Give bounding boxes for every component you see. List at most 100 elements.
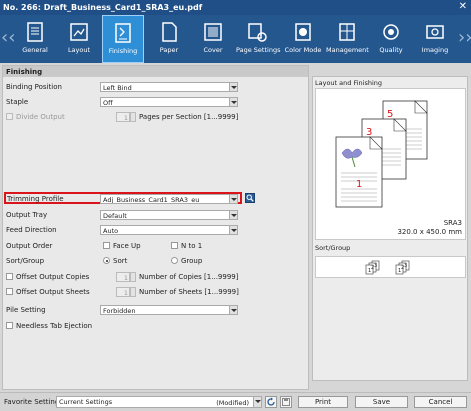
layout-icon (70, 23, 88, 41)
sort-set1-page2: 2 (371, 265, 374, 271)
sort-radio[interactable] (103, 257, 110, 264)
tab-label: Paper (159, 46, 179, 54)
feed-direction-label: Feed Direction (6, 226, 57, 234)
favorite-setting-label: Favorite Setting (4, 398, 60, 406)
binding-position-select[interactable]: Left Bind (100, 82, 238, 92)
binding-position-label: Binding Position (6, 83, 62, 91)
tab-cover[interactable]: Cover (192, 15, 234, 63)
needless-tab-checkbox[interactable] (6, 322, 13, 329)
tab-label: Color Mode (284, 46, 322, 54)
chevron-down-icon (229, 83, 237, 91)
paper-name: SRA3 (443, 219, 462, 227)
page-number-1: 1 (356, 179, 362, 190)
cancel-button[interactable]: Cancel (414, 396, 467, 408)
paper-size: 320.0 x 450.0 mm (397, 228, 462, 236)
feed-direction-select[interactable]: Auto (100, 225, 238, 235)
sort-group-label: Sort/Group (6, 257, 45, 265)
footer-bar: Favorite Setting Current Settings (Modif… (0, 392, 471, 411)
layout-finishing-title: Layout and Finishing (315, 79, 383, 87)
offset-copies-value: 1 (123, 274, 128, 282)
staple-select[interactable]: Off (100, 97, 238, 107)
sort-set2-page2: 2 (401, 265, 404, 271)
quality-icon (383, 24, 399, 40)
trimming-profile-label: Trimming Profile (7, 195, 64, 203)
settings-tab-bar: ‹‹ General Layout Finishing Paper Cover … (0, 15, 471, 63)
offset-copies-spinner[interactable]: 1 (116, 272, 136, 282)
refresh-icon[interactable] (265, 396, 277, 408)
save-favorite-icon[interactable] (280, 396, 292, 408)
favorite-setting-select[interactable]: Current Settings (Modified) (56, 396, 262, 408)
chevron-down-icon (253, 397, 261, 407)
tab-finishing[interactable]: Finishing (102, 15, 144, 63)
pile-setting-label: Pile Setting (6, 306, 46, 314)
cover-icon (204, 23, 222, 41)
page-number-5: 5 (387, 109, 393, 120)
preview-panel: Layout and Finishing 5 3 1 SRA3 320.0 x … (312, 76, 468, 381)
tab-label: General (22, 46, 48, 54)
sort-label: Sort (113, 257, 128, 265)
binding-position-value: Left Bind (103, 84, 132, 92)
divide-output-spinner[interactable]: 1 (116, 112, 136, 122)
spinner-arrows-icon[interactable] (130, 287, 136, 297)
output-tray-label: Output Tray (6, 211, 48, 219)
sort-set2-page3: 3 (404, 263, 407, 269)
search-icon[interactable] (245, 193, 255, 203)
n-to-1-label: N to 1 (181, 242, 203, 250)
print-button[interactable]: Print (298, 396, 348, 408)
tab-imaging[interactable]: Imaging (414, 15, 456, 63)
tabs-prev-icon[interactable]: ‹‹ (1, 28, 15, 48)
chevron-down-icon (229, 98, 237, 106)
chevron-down-icon (229, 211, 237, 219)
face-up-checkbox[interactable] (103, 242, 110, 249)
trimming-profile-select[interactable]: Adj_Business_Card1_SRA3_eu (100, 194, 238, 204)
tab-quality[interactable]: Quality (370, 15, 412, 63)
offset-copies-suffix: Number of Copies [1...9999] (139, 273, 239, 281)
paper-icon (162, 22, 177, 42)
offset-sheets-label: Offset Output Sheets (16, 288, 90, 296)
offset-copies-checkbox[interactable] (6, 273, 13, 280)
offset-sheets-checkbox[interactable] (6, 288, 13, 295)
divide-output-value: 1 (123, 114, 128, 122)
chevron-down-icon (229, 306, 237, 314)
feed-direction-value: Auto (103, 227, 119, 235)
tab-general[interactable]: General (14, 15, 56, 63)
tab-page-settings[interactable]: Page Settings (236, 15, 281, 63)
sort-group-title: Sort/Group (315, 244, 351, 252)
tab-paper[interactable]: Paper (148, 15, 190, 63)
tab-label: Page Settings (236, 46, 281, 54)
trimming-profile-value: Adj_Business_Card1_SRA3_eu (103, 196, 200, 204)
sorted-sets-illustration: 3 2 1 3 2 1 (365, 260, 410, 275)
layout-preview: 5 3 1 SRA3 320.0 x 450.0 mm (315, 88, 466, 240)
n-to-1-checkbox[interactable] (171, 242, 178, 249)
chevron-down-icon (229, 195, 237, 203)
spinner-arrows-icon[interactable] (130, 112, 136, 122)
sort-group-preview: 3 2 1 3 2 1 (315, 256, 466, 278)
offset-sheets-spinner[interactable]: 1 (116, 287, 136, 297)
tab-management[interactable]: Management (326, 15, 369, 63)
stacked-pages-illustration: 5 3 1 (335, 100, 428, 208)
tab-label: Management (326, 46, 369, 54)
group-radio[interactable] (171, 257, 178, 264)
tab-layout[interactable]: Layout (58, 15, 100, 63)
pile-setting-select[interactable]: Forbidden (100, 305, 238, 315)
close-icon[interactable]: ✕ (459, 1, 467, 12)
favorite-setting-value: Current Settings (59, 398, 113, 406)
tab-label: Imaging (421, 46, 449, 54)
tab-label: Layout (67, 46, 91, 54)
tabs-next-icon[interactable]: ›› (458, 28, 471, 48)
divide-output-label: Divide Output (16, 113, 65, 121)
spinner-arrows-icon[interactable] (130, 272, 136, 282)
sort-set2-page1: 1 (398, 268, 401, 274)
staple-value: Off (103, 99, 113, 107)
sort-set1-page3: 3 (374, 263, 377, 269)
tab-color-mode[interactable]: Color Mode (282, 15, 324, 63)
divide-output-checkbox[interactable] (6, 113, 13, 120)
output-tray-select[interactable]: Default (100, 210, 238, 220)
page-number-3: 3 (366, 127, 372, 138)
management-icon (339, 23, 355, 41)
document-list-icon (27, 22, 43, 42)
save-button[interactable]: Save (355, 396, 408, 408)
finishing-panel: Finishing Binding Position Left Bind Sta… (2, 65, 309, 390)
output-tray-value: Default (103, 212, 127, 220)
needless-tab-label: Needless Tab Ejection (16, 322, 93, 330)
